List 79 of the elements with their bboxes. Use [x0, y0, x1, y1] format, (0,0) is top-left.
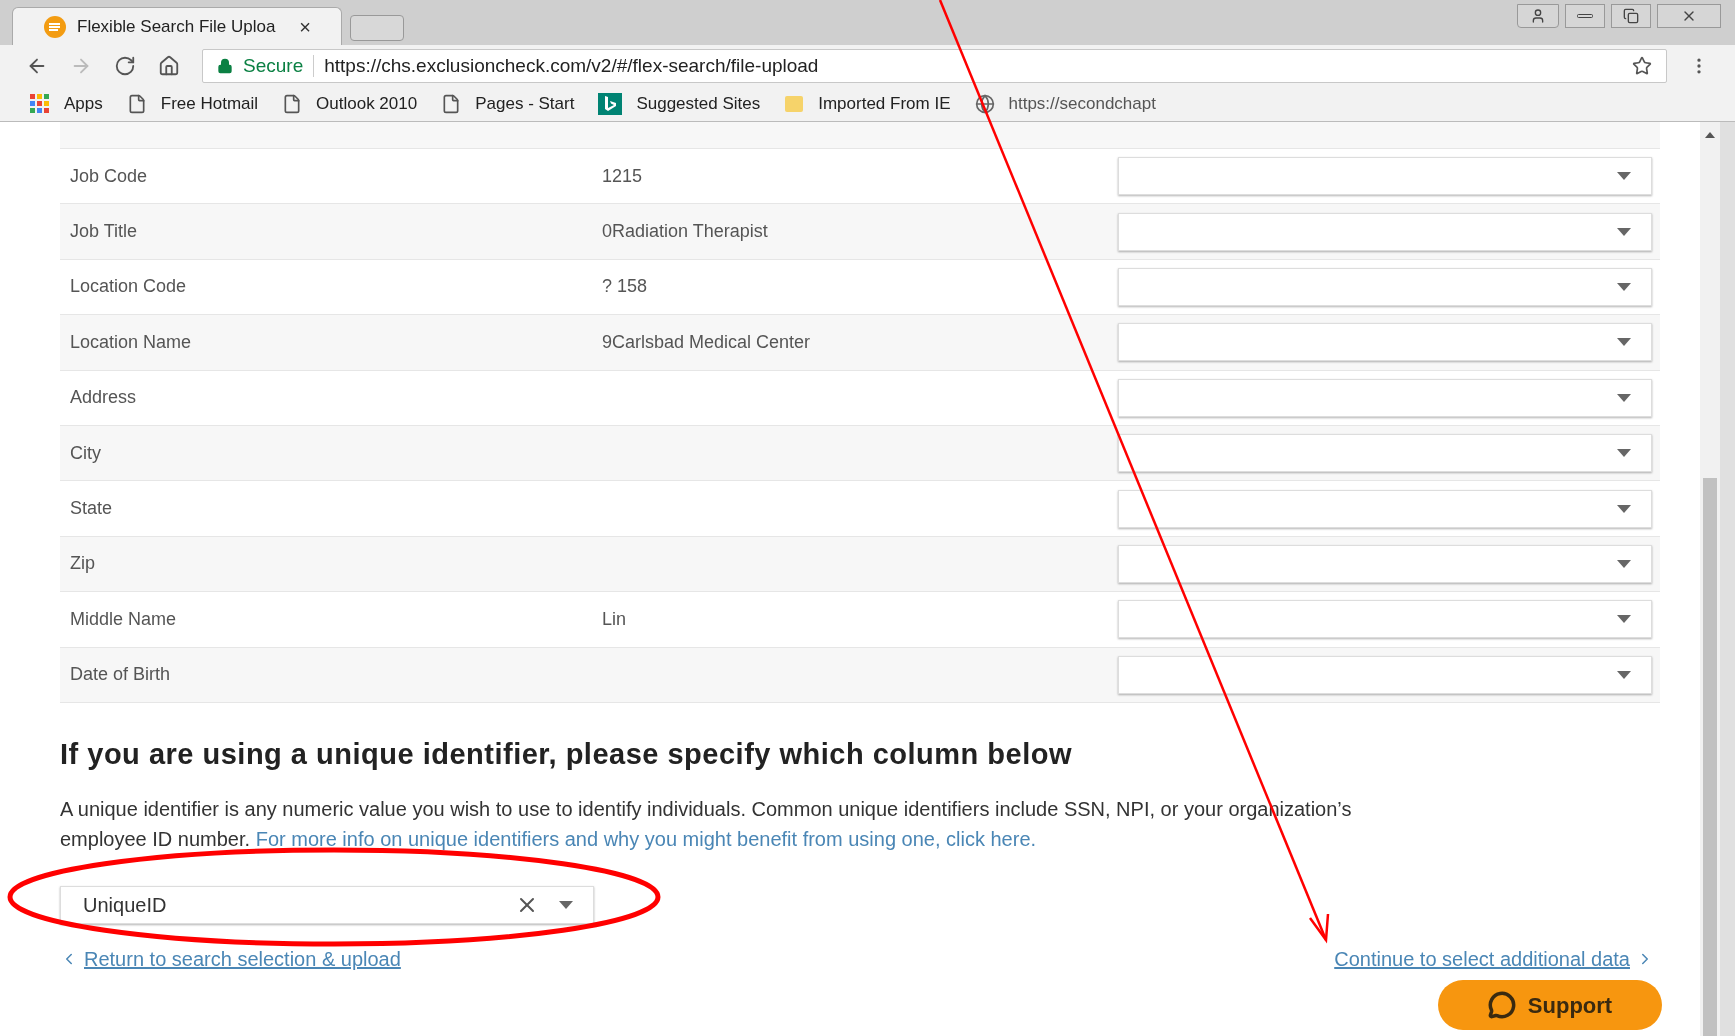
field-label: City: [69, 441, 102, 465]
caret-icon: [1617, 504, 1631, 513]
field-label: Date of Birth: [69, 663, 172, 687]
support-button[interactable]: Support: [1438, 980, 1662, 1030]
bookmark-link[interactable]: Outlook 2010: [316, 91, 418, 117]
sample-value: ? 158: [602, 275, 649, 299]
address-bar[interactable]: Secure https://chs.exclusioncheck.com/v2/#/flex-search/file-upload: [202, 49, 1667, 83]
sample-value: Lin: [602, 607, 628, 631]
column-select[interactable]: [1118, 157, 1652, 196]
column-select[interactable]: [1118, 544, 1652, 583]
caret-icon: [1617, 615, 1631, 624]
bookmark-link[interactable]: Free Hotmail: [160, 91, 259, 117]
column-select[interactable]: [1118, 378, 1652, 417]
bookmark-link[interactable]: Apps: [64, 91, 103, 117]
column-select[interactable]: [1118, 489, 1652, 528]
scrollbar-thumb[interactable]: [1703, 478, 1717, 1036]
unique-id-select[interactable]: UniqueID: [60, 886, 594, 925]
column-select[interactable]: [1118, 267, 1652, 306]
continue-link[interactable]: Continue to select additional data: [1334, 944, 1630, 975]
caret-icon: [1617, 449, 1631, 458]
back-link[interactable]: Return to search selection & upload: [84, 944, 401, 975]
caret-icon: [559, 901, 573, 910]
field-label: Location Code: [69, 275, 188, 299]
field-label: State: [69, 497, 114, 521]
field-label: Job Title: [69, 220, 139, 244]
minimize-button[interactable]: [1565, 4, 1605, 28]
page-icon: [282, 94, 303, 114]
column-select[interactable]: [1118, 212, 1652, 251]
column-select[interactable]: [1118, 323, 1652, 362]
window-close-button[interactable]: [1657, 4, 1721, 28]
bookmark-link[interactable]: Imported From IE: [818, 91, 951, 117]
caret-icon: [1617, 227, 1631, 236]
apps-grid-icon: [30, 94, 50, 114]
column-select[interactable]: [1118, 600, 1652, 639]
star-icon[interactable]: [1632, 56, 1652, 76]
field-label: Zip: [69, 552, 96, 576]
scroll-up-icon[interactable]: [1705, 132, 1715, 138]
column-select[interactable]: [1118, 434, 1652, 473]
profile-button[interactable]: [1517, 4, 1559, 28]
field-label: Job Code: [69, 164, 149, 188]
tab-close-button[interactable]: ×: [299, 11, 311, 42]
column-select[interactable]: [1118, 655, 1652, 694]
home-icon[interactable]: [158, 55, 180, 77]
reload-icon[interactable]: [114, 55, 136, 77]
bookmark-link[interactable]: https://secondchapt: [1008, 91, 1156, 117]
section-heading: If you are using a unique identifier, please specify which column below: [60, 736, 1074, 772]
user-icon: [1530, 8, 1546, 24]
lock-icon: [217, 58, 233, 74]
page-icon: [441, 94, 462, 114]
sample-value: 0Radiation Therapist: [602, 220, 769, 244]
new-tab-button[interactable]: [350, 15, 404, 41]
site-logo-icon: [43, 14, 67, 39]
caret-icon: [1617, 172, 1631, 181]
restore-button[interactable]: [1611, 4, 1651, 28]
field-label: Address: [69, 386, 138, 410]
restore-icon: [1623, 8, 1639, 24]
field-label: Location Name: [69, 330, 193, 354]
caret-icon: [1617, 559, 1631, 568]
bookmark-link[interactable]: Pages - Start: [475, 91, 575, 117]
scrollbar[interactable]: [1700, 122, 1720, 1036]
tab-title: Flexible Search File Uploa: [77, 15, 276, 38]
browser-tab[interactable]: Flexible Search File Uploa ×: [12, 7, 342, 45]
minimize-icon: [1577, 14, 1593, 18]
caret-icon: [1617, 338, 1631, 347]
sample-value: 1215: [602, 164, 644, 188]
globe-icon: [974, 94, 995, 114]
caret-icon: [1617, 670, 1631, 679]
secure-label: Secure: [243, 53, 304, 78]
select-value: UniqueID: [83, 893, 167, 919]
folder-icon: [784, 94, 805, 114]
caret-icon: [1617, 282, 1631, 291]
field-label: Middle Name: [69, 607, 178, 631]
info-link[interactable]: For more info on unique identifiers and why you might benefit from using one, click here.: [255, 828, 1037, 851]
bing-icon: [598, 93, 623, 115]
bookmark-link[interactable]: Suggested Sites: [636, 91, 761, 117]
caret-icon: [1617, 393, 1631, 402]
url-text: https://chs.exclusioncheck.com/v2/#/flex-search/file-upload: [324, 53, 819, 78]
chat-bubble-icon: [1487, 991, 1516, 1019]
sample-value: 9Carlsbad Medical Center: [602, 330, 812, 354]
